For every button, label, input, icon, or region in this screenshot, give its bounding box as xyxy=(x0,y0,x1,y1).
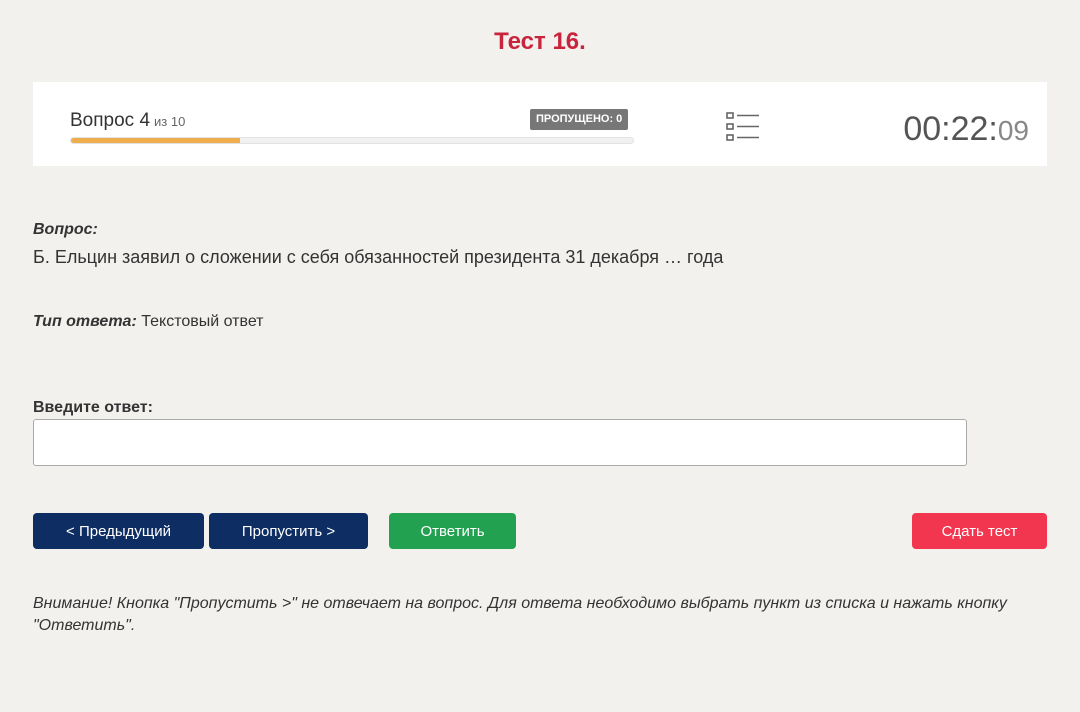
status-panel: Вопрос 4 из 10 ПРОПУЩЕНО: 0 00:22:09 xyxy=(33,82,1047,166)
timer-seconds: 09 xyxy=(997,115,1029,146)
progress-fill xyxy=(71,138,240,143)
answer-type: Тип ответа: Текстовый ответ xyxy=(33,313,264,331)
warning-note: Внимание! Кнопка "Пропустить >" не отвеч… xyxy=(33,595,1007,634)
answer-type-value: Текстовый ответ xyxy=(141,313,264,330)
page-title: Тест 16. xyxy=(494,28,586,55)
answer-button[interactable]: Ответить xyxy=(389,513,516,549)
timer-main: 00:22: xyxy=(903,110,998,148)
question-total: из 10 xyxy=(154,114,186,129)
progress-bar xyxy=(70,137,634,144)
answer-field-label: Введите ответ: xyxy=(33,399,153,416)
timer: 00:22:09 xyxy=(903,110,1029,149)
skipped-badge: ПРОПУЩЕНО: 0 xyxy=(530,109,629,130)
question-label: Вопрос: xyxy=(33,221,98,238)
question-counter: Вопрос 4 из 10 xyxy=(70,110,185,132)
skip-button[interactable]: Пропустить > xyxy=(209,513,368,549)
submit-test-button[interactable]: Сдать тест xyxy=(912,513,1047,549)
previous-button[interactable]: < Предыдущий xyxy=(33,513,204,549)
answer-type-label: Тип ответа: xyxy=(33,313,137,330)
question-number: Вопрос 4 xyxy=(70,110,151,131)
question-list-icon[interactable] xyxy=(725,111,761,143)
question-text: Б. Ельцин заявил о сложении с себя обяза… xyxy=(33,247,724,267)
answer-input[interactable] xyxy=(33,419,967,466)
